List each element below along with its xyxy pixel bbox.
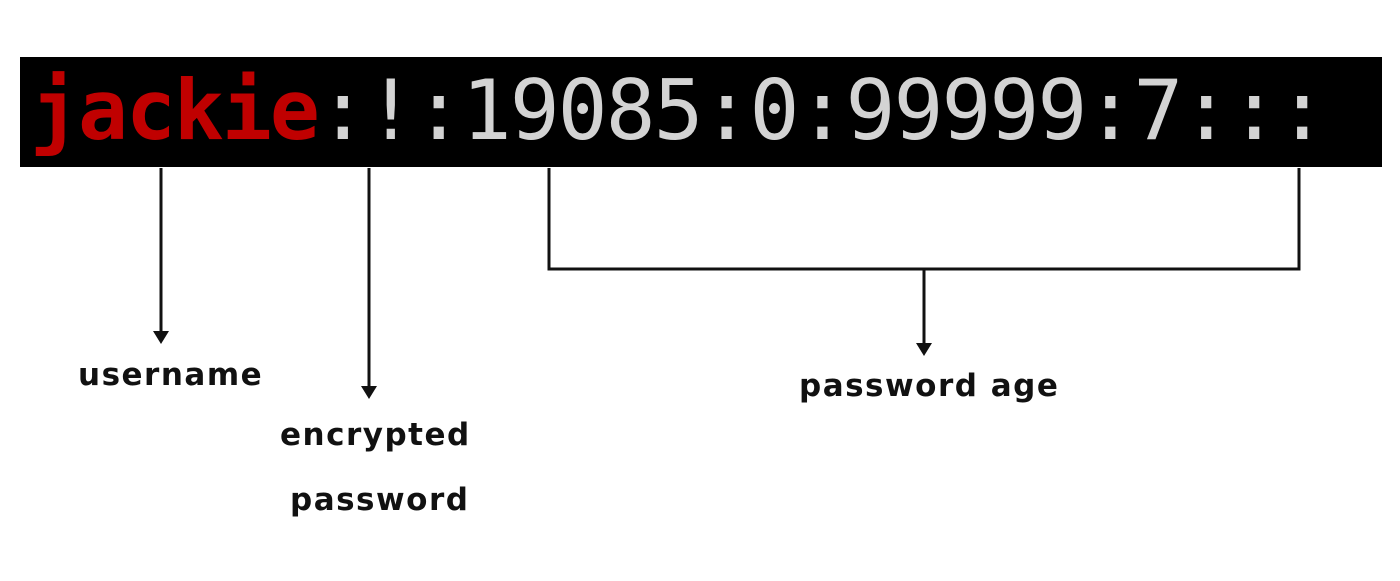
- annotation-arrows: [153, 168, 1301, 399]
- encrypted-password-arrowhead: [361, 386, 377, 399]
- password-age-arrowhead: [916, 343, 932, 356]
- username-arrowhead: [153, 331, 169, 344]
- password-age-bracket: [547, 168, 1301, 271]
- password-age-label: password age: [799, 368, 1060, 404]
- encrypted-label: encrypted: [280, 417, 471, 453]
- username-label: username: [78, 357, 264, 393]
- password-label: password: [290, 482, 470, 518]
